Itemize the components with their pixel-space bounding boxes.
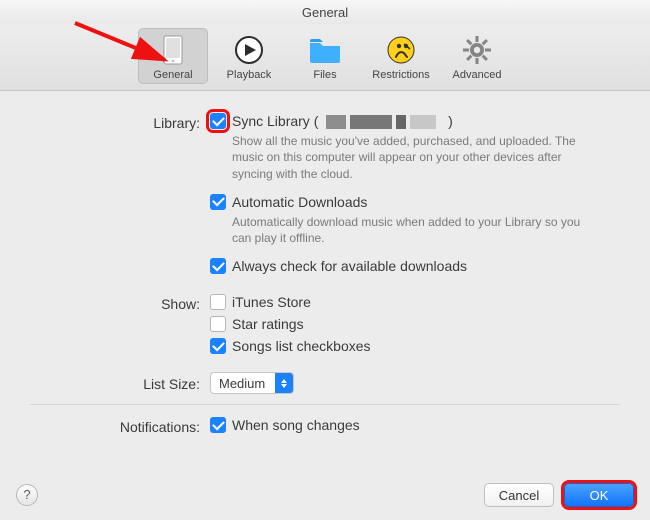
itunes-store-label: iTunes Store <box>232 294 311 310</box>
help-button[interactable]: ? <box>16 484 38 506</box>
stepper-icon <box>275 373 293 393</box>
songs-list-checkboxes-label: Songs list checkboxes <box>232 338 371 354</box>
checkbox-sync-library[interactable] <box>210 113 226 129</box>
label-library: Library: <box>30 113 210 131</box>
checkbox-star-ratings[interactable] <box>210 316 226 332</box>
star-ratings-label: Star ratings <box>232 316 304 332</box>
tab-label: Restrictions <box>372 69 429 81</box>
play-icon <box>232 33 266 67</box>
sync-library-label: Sync Library ( ) <box>232 113 453 129</box>
cancel-button[interactable]: Cancel <box>484 483 554 507</box>
preferences-content: Library: Sync Library ( ) Show all the m… <box>0 91 650 453</box>
tab-label: Advanced <box>453 69 502 81</box>
dialog-footer: ? Cancel OK <box>0 470 650 520</box>
tab-general[interactable]: General <box>138 28 208 84</box>
label-notifications: Notifications: <box>30 417 210 435</box>
tab-label: General <box>153 69 192 81</box>
label-list-size: List Size: <box>30 374 210 392</box>
checkbox-itunes-store[interactable] <box>210 294 226 310</box>
check-downloads-label: Always check for available downloads <box>232 258 467 274</box>
window-title: General <box>0 0 650 24</box>
checkbox-songs-list-checkboxes[interactable] <box>210 338 226 354</box>
device-icon <box>156 33 190 67</box>
tab-playback[interactable]: Playback <box>214 28 284 84</box>
select-list-size-value: Medium <box>211 376 275 391</box>
automatic-downloads-label: Automatic Downloads <box>232 194 367 210</box>
gear-icon <box>460 33 494 67</box>
checkbox-when-song-changes[interactable] <box>210 417 226 433</box>
folder-icon <box>308 33 342 67</box>
preferences-toolbar: General Playback Files Restrictions Adva… <box>0 24 650 91</box>
automatic-downloads-description: Automatically download music when added … <box>232 214 602 246</box>
redacted-account <box>326 115 440 129</box>
label-show: Show: <box>30 294 210 312</box>
tab-restrictions[interactable]: Restrictions <box>366 28 436 84</box>
tab-advanced[interactable]: Advanced <box>442 28 512 84</box>
sync-library-description: Show all the music you've added, purchas… <box>232 133 602 182</box>
select-list-size[interactable]: Medium <box>210 372 294 394</box>
tab-label: Playback <box>227 69 272 81</box>
checkbox-automatic-downloads[interactable] <box>210 194 226 210</box>
when-song-changes-label: When song changes <box>232 417 360 433</box>
tab-label: Files <box>313 69 336 81</box>
restrictions-icon <box>384 33 418 67</box>
divider <box>30 404 620 405</box>
checkbox-check-downloads[interactable] <box>210 258 226 274</box>
tab-files[interactable]: Files <box>290 28 360 84</box>
ok-button[interactable]: OK <box>564 483 634 507</box>
